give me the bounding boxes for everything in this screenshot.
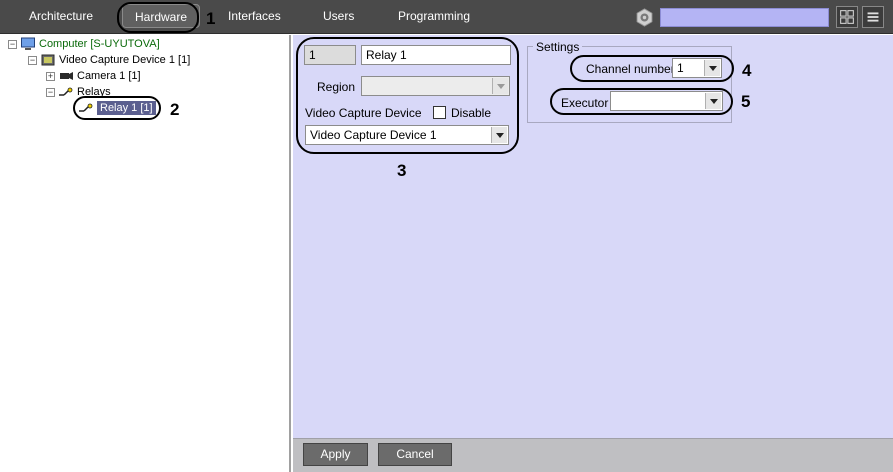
device-select-value: Video Capture Device 1 [310, 128, 437, 142]
channel-number-value: 1 [677, 61, 684, 75]
tree-label-camera: Camera 1 [1] [77, 70, 141, 82]
disable-checkbox[interactable] [433, 106, 446, 119]
disable-label: Disable [451, 106, 492, 120]
tree-item-video-capture-device[interactable]: − Video Capture Device 1 [1] [28, 52, 190, 68]
callout-number-4: 4 [742, 61, 752, 80]
tab-interfaces[interactable]: Interfaces [228, 9, 281, 23]
expand-icon[interactable]: + [46, 71, 55, 81]
apply-button[interactable]: Apply [303, 443, 368, 466]
object-name-field[interactable]: Relay 1 [361, 45, 511, 65]
device-select[interactable]: Video Capture Device 1 [305, 125, 509, 145]
collapse-icon[interactable]: − [28, 55, 37, 65]
chevron-down-icon[interactable] [491, 127, 507, 143]
tab-programming[interactable]: Programming [398, 9, 470, 23]
tab-hardware[interactable]: Hardware [122, 4, 201, 28]
callout-number-3: 3 [397, 161, 407, 180]
settings-group-title: Settings [533, 40, 583, 54]
region-label: Region [317, 80, 356, 94]
region-select [361, 76, 510, 96]
tab-architecture[interactable]: Architecture [29, 9, 93, 23]
tree-label-relays: Relays [77, 86, 111, 98]
tree-item-camera[interactable]: + Camera 1 [1] [46, 68, 141, 84]
relay-group-icon [59, 87, 73, 96]
menu-icon[interactable] [862, 6, 884, 28]
tree-label-video-capture-device: Video Capture Device 1 [1] [59, 54, 191, 66]
executor-label: Executor [561, 96, 609, 110]
layout-grid-icon[interactable] [836, 6, 858, 28]
search-input[interactable] [660, 8, 829, 27]
callout-number-1: 1 [206, 9, 216, 28]
cancel-button[interactable]: Cancel [378, 443, 452, 466]
top-tab-bar: Architecture Hardware Interfaces Users P… [0, 0, 893, 34]
capture-board-icon [41, 54, 55, 66]
tree-label-relay: Relay 1 [1] [97, 101, 156, 115]
tab-users[interactable]: Users [323, 9, 354, 23]
tree-item-relay[interactable]: Relay 1 [1] [78, 100, 156, 116]
object-tree: − Computer [S-UYUTOVA] − Video Capture D… [0, 35, 291, 472]
tree-label-computer: Computer [S-UYUTOVA] [39, 38, 160, 50]
device-label: Video Capture Device [305, 106, 422, 120]
collapse-icon[interactable]: − [8, 39, 17, 49]
callout-number-5: 5 [741, 92, 751, 111]
tree-item-relays[interactable]: − Relays [46, 84, 111, 100]
camera-icon [60, 72, 73, 80]
collapse-icon[interactable]: − [46, 87, 55, 97]
computer-icon [21, 37, 35, 50]
object-id-field: 1 [304, 45, 356, 65]
relay-icon [79, 103, 93, 112]
chevron-down-icon [492, 78, 508, 94]
chevron-down-icon[interactable] [704, 60, 720, 76]
channel-number-select[interactable]: 1 [672, 58, 722, 78]
tree-item-computer[interactable]: − Computer [S-UYUTOVA] [8, 36, 160, 52]
executor-select[interactable] [610, 91, 723, 111]
channel-number-label: Channel number [586, 62, 675, 76]
settings-gear-icon[interactable] [635, 8, 654, 27]
chevron-down-icon[interactable] [705, 93, 721, 109]
callout-number-2: 2 [170, 100, 180, 119]
